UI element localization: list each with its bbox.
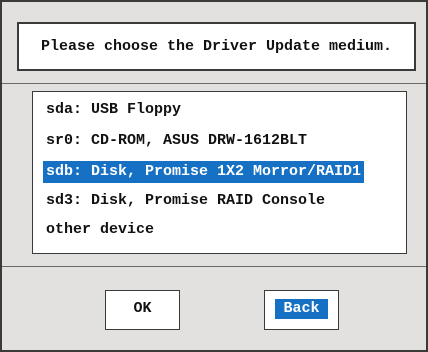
back-button[interactable]: Back [264, 290, 339, 330]
list-item-sdb[interactable]: sdb: Disk, Promise 1X2 Morror/RAID1 [43, 161, 365, 183]
list-item-sda[interactable]: sda: USB Floppy [43, 99, 184, 121]
list-item-other-device[interactable]: other device [43, 219, 157, 241]
driver-update-dialog: Please choose the Driver Update medium. … [0, 0, 428, 352]
divider [2, 83, 426, 84]
dialog-title: Please choose the Driver Update medium. [17, 22, 416, 71]
back-button-label: Back [275, 299, 328, 320]
list-item-sd3[interactable]: sd3: Disk, Promise RAID Console [43, 190, 328, 212]
list-item-sr0[interactable]: sr0: CD-ROM, ASUS DRW-1612BLT [43, 130, 310, 152]
device-list[interactable]: sda: USB Floppy sr0: CD-ROM, ASUS DRW-16… [32, 91, 407, 254]
ok-button-label: OK [133, 300, 152, 318]
ok-button[interactable]: OK [105, 290, 180, 330]
divider [2, 266, 426, 267]
